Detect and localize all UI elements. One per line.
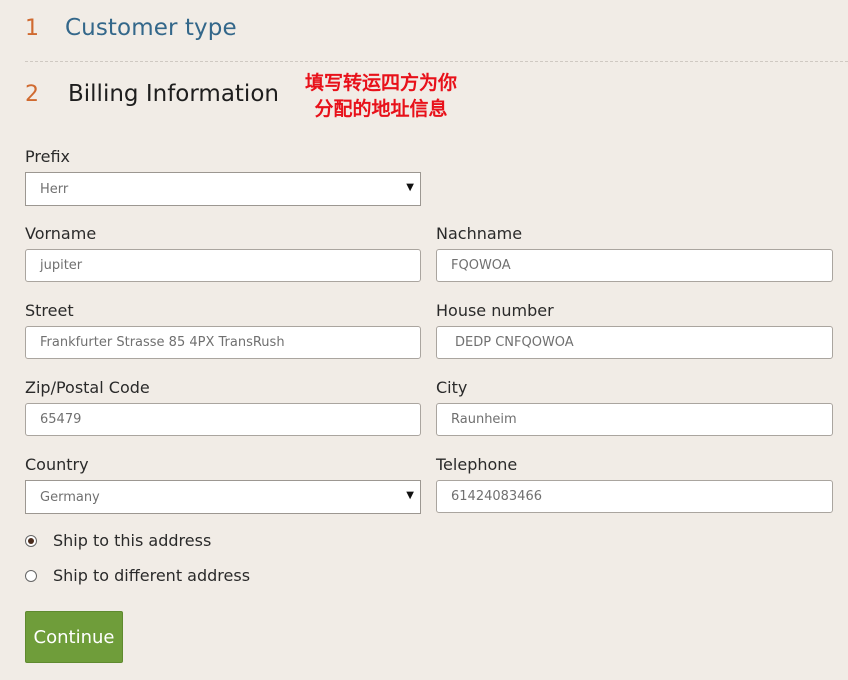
chevron-down-icon: ▼: [406, 490, 414, 501]
prefix-label: Prefix: [25, 147, 70, 166]
street-label: Street: [25, 301, 74, 320]
zip-label: Zip/Postal Code: [25, 378, 150, 397]
house-number-input[interactable]: DEDP CNFQOWOA: [436, 326, 833, 359]
vorname-label: Vorname: [25, 224, 97, 243]
step-number: 2: [25, 81, 39, 107]
radio-selected-icon[interactable]: [25, 534, 37, 547]
step-title-billing-information: Billing Information: [68, 81, 279, 107]
ship-option-label: Ship to this address: [53, 531, 212, 550]
house-number-label: House number: [436, 301, 554, 320]
nachname-label: Nachname: [436, 224, 523, 243]
country-value: Germany: [40, 489, 100, 505]
vorname-value: jupiter: [40, 258, 83, 273]
step-divider: [25, 61, 848, 62]
annotation-line-2: 分配的地址信息: [314, 98, 448, 120]
vorname-input[interactable]: jupiter: [25, 249, 421, 282]
country-label: Country: [25, 455, 89, 474]
nachname-input[interactable]: FQOWOA: [436, 249, 833, 282]
zip-input[interactable]: 65479: [25, 403, 421, 436]
annotation-note: 填写转运四方为你 分配的地址信息: [286, 70, 476, 122]
nachname-value: FQOWOA: [451, 258, 511, 273]
step-title-customer-type[interactable]: Customer type: [65, 15, 237, 41]
prefix-select[interactable]: Herr ▼: [25, 172, 421, 206]
city-label: City: [436, 378, 468, 397]
telephone-label: Telephone: [436, 455, 518, 474]
ship-option-this-address[interactable]: Ship to this address: [25, 531, 211, 550]
chevron-down-icon: ▼: [406, 182, 414, 193]
step-customer-type[interactable]: 1 Customer type: [25, 12, 237, 44]
street-input[interactable]: Frankfurter Strasse 85 4PX TransRush: [25, 326, 421, 359]
telephone-input[interactable]: 61424083466: [436, 480, 833, 513]
telephone-value: 61424083466: [451, 489, 542, 504]
zip-value: 65479: [40, 412, 82, 427]
house-number-value: DEDP CNFQOWOA: [455, 335, 574, 350]
city-value: Raunheim: [451, 412, 517, 427]
ship-option-label: Ship to different address: [53, 566, 251, 585]
step-billing-information: 2 Billing Information: [25, 76, 279, 112]
ship-option-different-address[interactable]: Ship to different address: [25, 566, 250, 585]
annotation-line-1: 填写转运四方为你: [304, 72, 457, 94]
step-number: 1: [25, 15, 39, 41]
prefix-value: Herr: [40, 181, 69, 197]
city-input[interactable]: Raunheim: [436, 403, 833, 436]
radio-unselected-icon[interactable]: [25, 569, 37, 582]
country-select[interactable]: Germany ▼: [25, 480, 421, 514]
street-value: Frankfurter Strasse 85 4PX TransRush: [40, 335, 285, 350]
continue-button[interactable]: Continue: [25, 611, 123, 663]
